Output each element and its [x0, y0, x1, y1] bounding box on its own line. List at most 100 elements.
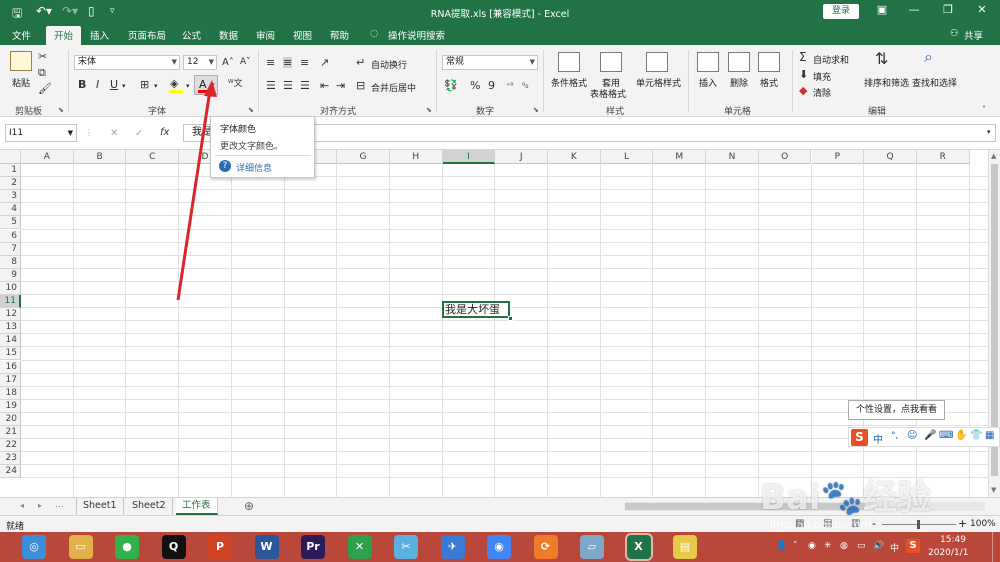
tab-insert[interactable]: 插入 — [90, 28, 109, 42]
collapse-ribbon-icon[interactable]: ˄ — [982, 104, 986, 115]
borders-icon[interactable]: ⊞ — [140, 79, 149, 90]
taskbar-qq-icon[interactable]: Q — [161, 535, 186, 559]
sheet-tab-active[interactable]: 工作表 — [176, 498, 218, 515]
wrap-text-button[interactable]: 自动换行 — [371, 58, 407, 71]
sort-filter-icon[interactable]: ⇅ — [875, 51, 888, 67]
ime-skin-icon[interactable]: 👕 — [970, 430, 982, 441]
ime-tip-bubble[interactable]: 个性设置，点我看看 — [848, 400, 945, 420]
align-middle-icon[interactable]: ≡ — [283, 57, 293, 68]
borders-dropdown-icon[interactable]: ▾ — [154, 81, 158, 92]
column-header-n[interactable]: N — [706, 150, 759, 164]
clear-button[interactable]: 清除 — [813, 86, 831, 99]
zoom-in-button[interactable]: + — [958, 517, 967, 530]
login-button[interactable]: 登录 — [823, 4, 859, 19]
taskbar-chrome-icon[interactable]: ◉ — [487, 535, 511, 559]
find-select-icon[interactable]: ⌕ — [924, 49, 933, 65]
accounting-icon[interactable]: 💱 — [444, 80, 458, 91]
column-header-k[interactable]: K — [548, 150, 601, 164]
bold-button[interactable]: B — [78, 79, 86, 90]
row-header-8[interactable]: 8 — [0, 255, 21, 269]
ime-tools-icon[interactable]: ✋ — [955, 430, 967, 441]
tab-page-layout[interactable]: 页面布局 — [128, 28, 166, 42]
merge-center-button[interactable]: 合并后居中 — [371, 81, 416, 94]
sogou-logo-icon[interactable]: S — [851, 429, 868, 446]
fill-handle[interactable] — [508, 316, 513, 321]
paste-button[interactable]: 粘贴 — [12, 76, 30, 89]
worksheet-grid[interactable]: ABCDEFGHIJKLMNOPQR1234567891011121314151… — [0, 150, 988, 497]
tab-formulas[interactable]: 公式 — [182, 28, 201, 42]
row-header-7[interactable]: 7 — [0, 242, 21, 256]
format-cells-button[interactable]: 格式 — [760, 76, 778, 89]
row-header-1[interactable]: 1 — [0, 164, 21, 178]
tray-volume-icon[interactable]: 🔊 — [873, 541, 884, 551]
taskbar-xmind-icon[interactable]: ✕ — [347, 535, 372, 559]
italic-button[interactable]: I — [96, 79, 99, 90]
insert-function-button[interactable]: fx — [160, 127, 169, 138]
phonetic-icon[interactable]: ᵂ文 — [228, 79, 243, 90]
column-header-h[interactable]: H — [389, 150, 443, 164]
fill-button[interactable]: 填充 — [813, 70, 831, 83]
column-header-r[interactable]: R — [916, 150, 970, 164]
tab-review[interactable]: 审阅 — [256, 28, 275, 42]
column-header-i[interactable]: I — [442, 150, 496, 164]
tab-data[interactable]: 数据 — [219, 28, 238, 42]
tray-app1-icon[interactable]: ◉ — [808, 541, 816, 551]
decrease-decimal-icon[interactable]: ⁰₀ — [522, 80, 528, 91]
lightbulb-icon[interactable]: ◌ — [370, 28, 378, 39]
taskbar-excel-icon[interactable]: X — [624, 533, 653, 561]
number-format-select[interactable]: 常规 ▼ — [442, 55, 538, 70]
row-header-24[interactable]: 24 — [0, 465, 21, 479]
insert-cells-icon[interactable] — [697, 52, 719, 72]
increase-decimal-icon[interactable]: ⁺⁰ — [506, 80, 513, 91]
enter-icon[interactable]: ✓ — [135, 128, 143, 139]
format-cells-icon[interactable] — [758, 52, 780, 72]
tray-app3-icon[interactable]: ◍ — [840, 541, 848, 551]
wrap-text-icon[interactable]: ↵ — [356, 57, 365, 68]
conditional-format-button[interactable]: 条件格式 — [551, 76, 587, 89]
taskbar-notepad-icon[interactable]: ▤ — [673, 535, 697, 559]
column-header-l[interactable]: L — [600, 150, 654, 164]
column-header-m[interactable]: M — [653, 150, 707, 164]
add-sheet-button[interactable]: ⊕ — [244, 499, 254, 513]
tab-view[interactable]: 视图 — [293, 28, 312, 42]
tab-help[interactable]: 帮助 — [330, 28, 349, 42]
name-box[interactable]: I11 ▼ — [5, 124, 77, 142]
comma-button[interactable]: 9 — [488, 80, 495, 91]
expand-formula-icon[interactable]: ▾ — [987, 128, 991, 136]
align-top-icon[interactable]: ≡ — [266, 57, 275, 68]
row-header-15[interactable]: 15 — [0, 347, 21, 361]
row-header-17[interactable]: 17 — [0, 373, 21, 387]
share-icon[interactable]: ⚇ — [950, 28, 959, 39]
row-header-11[interactable]: 11 — [0, 295, 21, 309]
zoom-slider-thumb[interactable] — [917, 520, 920, 529]
taskbar-premiere-icon[interactable]: Pr — [301, 535, 325, 559]
percent-button[interactable]: % — [470, 80, 480, 91]
align-bottom-icon[interactable]: ≡ — [300, 57, 309, 68]
clipboard-launcher-icon[interactable]: ⬊ — [58, 106, 64, 114]
autosum-button[interactable]: 自动求和 — [813, 53, 849, 66]
restore-button[interactable]: ❐ — [938, 3, 958, 16]
sheet-scroll-more[interactable]: … — [55, 500, 64, 510]
column-header-p[interactable]: P — [811, 150, 865, 164]
select-all-corner[interactable] — [0, 150, 21, 164]
tab-file[interactable]: 文件 — [12, 28, 31, 42]
active-cell-i11[interactable]: 我是大坏蛋 — [442, 301, 510, 318]
clear-icon[interactable]: ◆ — [799, 85, 807, 96]
ime-menu-icon[interactable]: ▦ — [985, 430, 994, 441]
column-header-o[interactable]: O — [758, 150, 812, 164]
next-sheet-icon[interactable]: ▸ — [38, 501, 42, 510]
delete-cells-button[interactable]: 删除 — [730, 76, 748, 89]
tray-network-icon[interactable]: ▭ — [857, 541, 866, 551]
row-header-23[interactable]: 23 — [0, 452, 21, 466]
ime-toolbar[interactable]: S 中 °, ☺ 🎤 ⌨ ✋ 👕 ▦ — [848, 427, 1000, 447]
clock-date[interactable]: 2020/1/1 — [928, 548, 968, 558]
taskbar-snipaste-icon[interactable]: ✂ — [394, 535, 418, 559]
prev-sheet-icon[interactable]: ◂ — [20, 501, 24, 510]
taskbar-qq-browser-icon[interactable]: ◎ — [22, 535, 46, 559]
underline-dropdown-icon[interactable]: ▾ — [122, 81, 126, 92]
font-size-select[interactable]: 12 ▼ — [183, 55, 217, 70]
taskbar-word-icon[interactable]: W — [254, 535, 279, 559]
row-header-22[interactable]: 22 — [0, 439, 21, 453]
row-header-9[interactable]: 9 — [0, 268, 21, 282]
align-left-icon[interactable]: ☰ — [266, 80, 276, 91]
